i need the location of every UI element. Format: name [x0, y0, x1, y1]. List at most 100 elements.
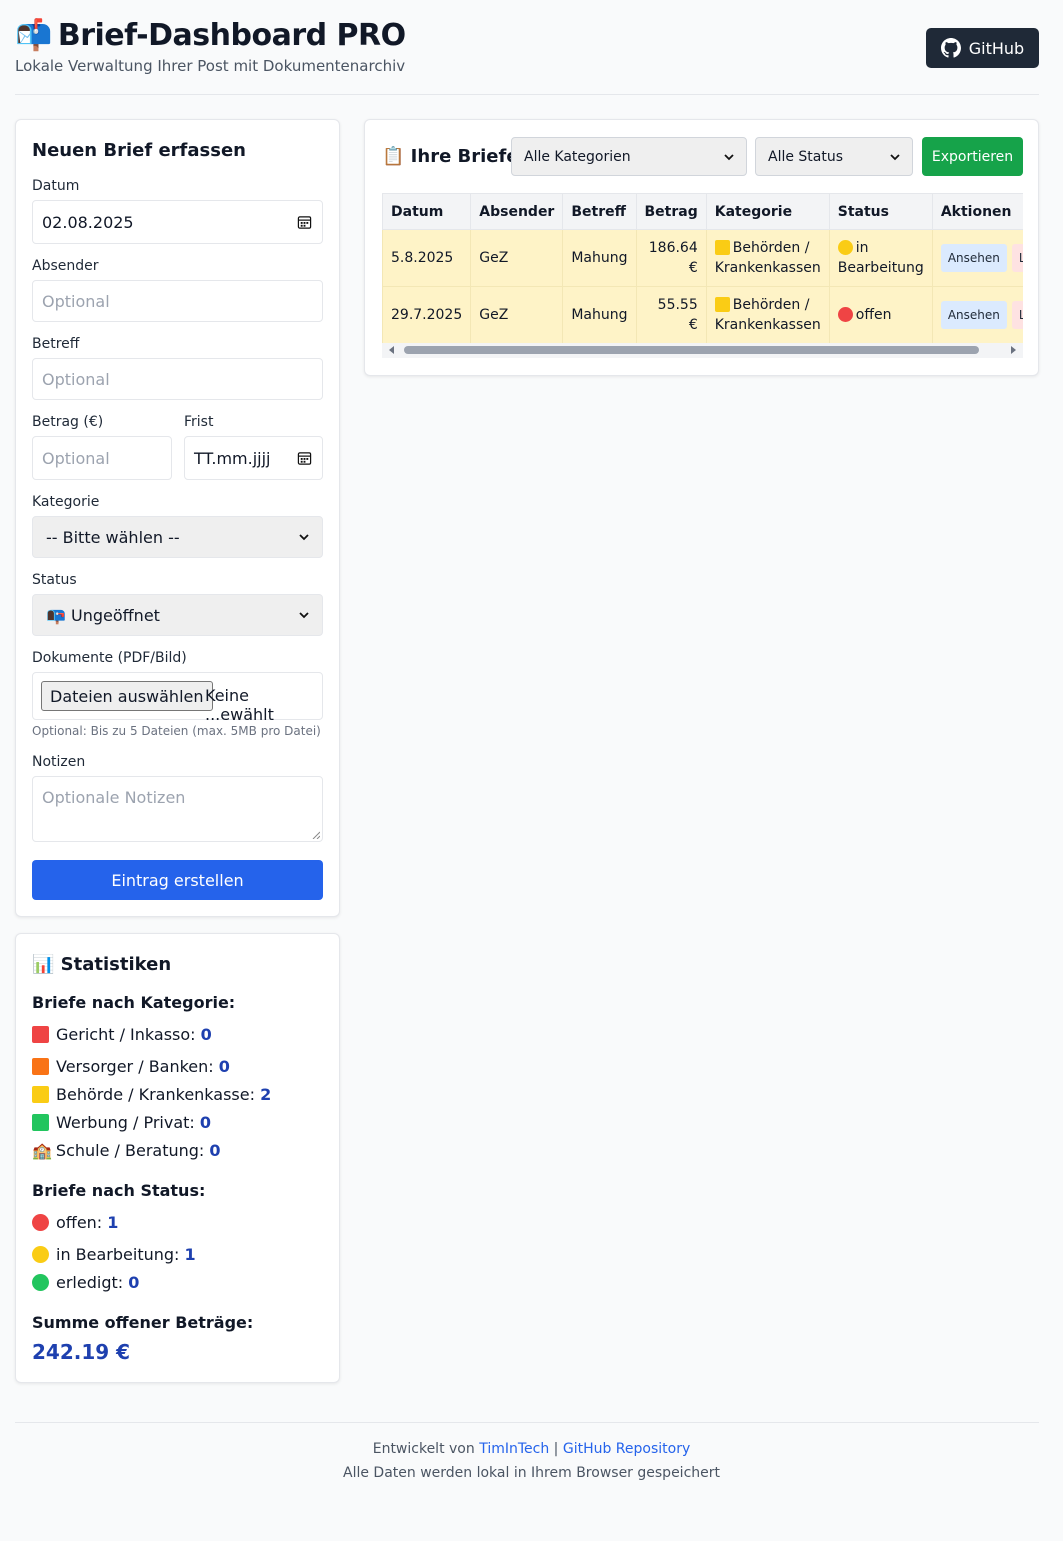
red-circle-icon — [32, 1214, 49, 1231]
cell-category: Behörden / Krankenkassen — [705, 286, 830, 343]
github-button-label: GitHub — [968, 38, 1025, 58]
column-header-subject[interactable]: Betreff — [562, 193, 637, 230]
table-row: 29.7.2025 GeZ Mahung 55.55 € Behörden / … — [382, 286, 1023, 343]
by-status-heading: Briefe nach Status: — [32, 1181, 206, 1200]
footer-storage-note: Alle Daten werden lokal in Ihrem Browser… — [343, 1465, 720, 1481]
calendar-icon[interactable] — [297, 451, 312, 466]
column-header-date[interactable]: Datum — [382, 193, 472, 230]
by-category-heading: Briefe nach Kategorie: — [32, 993, 236, 1012]
green-circle-icon — [32, 1274, 49, 1291]
file-input[interactable]: Dateien auswählen Keine ...ewählt — [32, 672, 323, 724]
green-square-icon — [32, 1114, 49, 1131]
category-selected: -- Bitte wählen -- — [46, 527, 180, 547]
horizontal-scrollbar[interactable] — [382, 343, 1023, 358]
column-header-amount[interactable]: Betrag — [635, 193, 707, 230]
cell-subject: Mahung — [562, 229, 637, 287]
calendar-icon[interactable] — [297, 215, 312, 230]
letters-table-scroll: Datum Absender Betreff Betrag Kategorie … — [382, 193, 1023, 343]
cell-amount: 186.64 € — [635, 229, 707, 287]
stat-category-utilities: Versorger / Banken: 0 — [32, 1057, 230, 1076]
category-filter-select[interactable]: Alle Kategorien — [511, 137, 747, 176]
export-button[interactable]: Exportieren — [922, 137, 1023, 176]
letters-table: Datum Absender Betreff Betrag Kategorie … — [382, 193, 1023, 343]
sender-input[interactable]: Optional — [32, 280, 323, 322]
column-header-category[interactable]: Kategorie — [705, 193, 830, 230]
stat-status-done: erledigt: 0 — [32, 1273, 139, 1292]
category-filter-value: Alle Kategorien — [524, 148, 631, 165]
cell-actions: Ansehen Löschen — [931, 286, 1023, 343]
cell-actions: Ansehen Löschen — [931, 229, 1023, 287]
column-header-sender[interactable]: Absender — [470, 193, 564, 230]
school-icon: 🏫 — [32, 1141, 52, 1160]
view-button[interactable]: Ansehen — [940, 244, 1007, 272]
notes-label: Notizen — [32, 754, 86, 770]
date-value: 02.08.2025 — [42, 212, 134, 232]
github-button[interactable]: GitHub — [926, 28, 1039, 68]
statistics-card: 📊 Statistiken Briefe nach Kategorie: Ger… — [15, 933, 340, 1383]
chevron-down-icon — [299, 612, 309, 619]
scroll-left-arrow-icon[interactable] — [389, 346, 394, 354]
amount-label: Betrag (€) — [32, 414, 104, 430]
stat-category-court: Gericht / Inkasso: 0 — [32, 1025, 212, 1044]
chevron-down-icon — [299, 534, 309, 541]
page-header: 📬 Brief-Dashboard PRO Lokale Verwaltung I… — [15, 14, 1039, 95]
yellow-square-icon — [714, 297, 730, 312]
cell-date: 5.8.2025 — [382, 229, 472, 287]
delete-button[interactable]: Löschen — [1011, 301, 1023, 329]
page-subtitle: Lokale Verwaltung Ihrer Post mit Dokumen… — [15, 57, 406, 75]
column-header-actions: Aktionen — [931, 193, 1023, 230]
letters-title: 📋 Ihre Briefe — [382, 146, 519, 167]
repo-link[interactable]: GitHub Repository — [563, 1441, 690, 1457]
status-select[interactable]: 📭 Ungeöffnet — [32, 594, 323, 636]
mailbox-icon: 📬 — [15, 18, 52, 53]
cell-amount: 55.55 € — [635, 286, 707, 343]
chevron-down-icon — [724, 153, 734, 160]
sender-label: Absender — [32, 258, 99, 274]
status-selected: 📭 Ungeöffnet — [46, 605, 160, 625]
category-select[interactable]: -- Bitte wählen -- — [32, 516, 323, 558]
amount-input[interactable]: Optional — [32, 436, 172, 480]
table-header-row: Datum Absender Betreff Betrag Kategorie … — [382, 193, 1023, 230]
subject-input[interactable]: Optional — [32, 358, 323, 400]
page-title-text: Brief-Dashboard PRO — [57, 18, 406, 53]
cell-sender: GeZ — [470, 229, 564, 287]
delete-button[interactable]: Löschen — [1011, 244, 1023, 272]
new-letter-form: Neuen Brief erfassen Datum 02.08.2025 Ab… — [15, 119, 340, 917]
file-status: Keine ...ewählt — [205, 686, 274, 724]
cell-sender: GeZ — [470, 286, 564, 343]
view-button[interactable]: Ansehen — [940, 301, 1007, 329]
github-icon — [940, 38, 961, 58]
notes-textarea[interactable]: Optionale Notizen — [32, 776, 323, 842]
deadline-value: TT.mm.jjjj — [194, 448, 271, 468]
yellow-circle-icon — [32, 1246, 49, 1263]
stat-category-school: 🏫 Schule / Beratung: 0 — [32, 1141, 221, 1160]
cell-subject: Mahung — [562, 286, 637, 343]
deadline-label: Frist — [184, 414, 214, 430]
date-input[interactable]: 02.08.2025 — [32, 200, 323, 244]
notes-placeholder: Optionale Notizen — [42, 788, 186, 807]
create-entry-button[interactable]: Eintrag erstellen — [32, 860, 323, 900]
deadline-input[interactable]: TT.mm.jjjj — [184, 436, 323, 480]
status-filter-value: Alle Status — [768, 148, 844, 165]
status-filter-select[interactable]: Alle Status — [755, 137, 913, 176]
resize-handle-icon[interactable] — [312, 831, 320, 839]
author-link[interactable]: TimInTech — [479, 1441, 549, 1457]
cell-status: in Bearbeitung — [828, 229, 933, 287]
yellow-square-icon — [714, 240, 730, 255]
red-square-icon — [32, 1026, 49, 1043]
stat-status-open: offen: 1 — [32, 1213, 118, 1232]
footer-divider — [15, 1422, 1039, 1423]
subject-placeholder: Optional — [42, 369, 110, 389]
scroll-right-arrow-icon[interactable] — [1011, 346, 1016, 354]
scrollbar-thumb[interactable] — [404, 346, 979, 354]
footer-separator: | — [553, 1441, 559, 1457]
choose-files-button[interactable]: Dateien auswählen — [41, 681, 213, 711]
yellow-circle-icon — [837, 240, 853, 255]
stat-status-in-progress: in Bearbeitung: 1 — [32, 1245, 196, 1264]
column-header-status[interactable]: Status — [828, 193, 933, 230]
amount-placeholder: Optional — [42, 448, 110, 468]
open-amount-sum: 242.19 € — [32, 1340, 131, 1364]
orange-square-icon — [32, 1058, 49, 1075]
page-title: 📬 Brief-Dashboard PRO — [15, 18, 406, 53]
documents-label: Dokumente (PDF/Bild) — [32, 650, 187, 666]
